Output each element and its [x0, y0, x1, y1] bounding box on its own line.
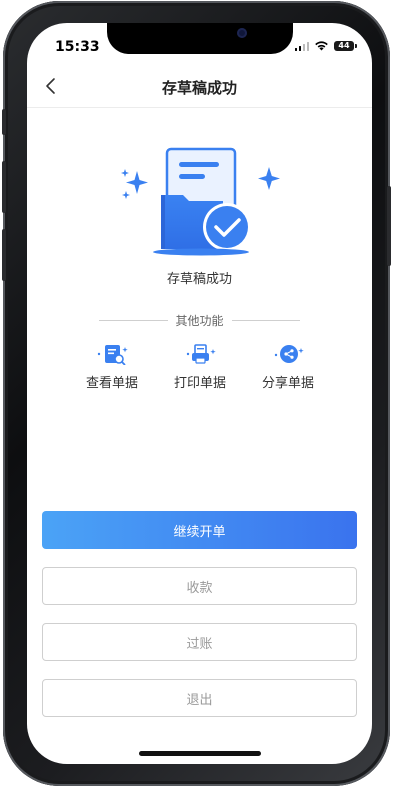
draft-success-illustration	[121, 147, 280, 256]
divider-line-right	[231, 320, 301, 321]
section-title: 其他功能	[175, 314, 224, 328]
divider-line-left	[99, 320, 168, 321]
document-search-icon	[97, 345, 128, 365]
silent-switch	[2, 109, 6, 135]
print-document-action[interactable]: 打印单据	[165, 343, 235, 391]
continue-order-button[interactable]: 继续开单	[42, 511, 357, 549]
share-icon	[274, 345, 304, 363]
wifi-icon	[315, 41, 328, 51]
share-document-label: 分享单据	[261, 376, 314, 391]
screen: 15:33 44 存草稿成功 存草稿成功 其他功能 查看单据 打印单据 分享单据…	[27, 23, 372, 764]
collect-payment-button[interactable]: 收款	[42, 567, 357, 605]
share-document-action[interactable]: 分享单据	[253, 343, 323, 391]
view-document-action[interactable]: 查看单据	[77, 343, 147, 391]
cellular-signal-icon	[294, 41, 309, 51]
volume-down-button	[2, 229, 6, 281]
printer-icon	[186, 344, 216, 364]
status-icons: 44	[294, 40, 357, 51]
battery-icon: 44	[334, 40, 357, 51]
exit-button[interactable]: 退出	[42, 679, 357, 717]
post-button[interactable]: 过账	[42, 623, 357, 661]
volume-up-button	[2, 161, 6, 213]
navigation-bar: 存草稿成功	[27, 67, 372, 108]
success-message: 存草稿成功	[166, 272, 232, 287]
section-divider: 其他功能	[99, 312, 301, 329]
power-button	[387, 186, 391, 266]
camera	[237, 28, 247, 38]
phone-frame: 15:33 44 存草稿成功 存草稿成功 其他功能 查看单据 打印单据 分享单据…	[2, 1, 391, 786]
notch	[107, 23, 293, 54]
home-indicator[interactable]	[139, 751, 261, 756]
page-title: 存草稿成功	[161, 79, 237, 97]
view-document-label: 查看单据	[85, 376, 138, 391]
print-document-label: 打印单据	[173, 376, 226, 391]
status-time: 15:33	[55, 39, 100, 55]
function-list: 查看单据 打印单据 分享单据	[27, 343, 372, 403]
